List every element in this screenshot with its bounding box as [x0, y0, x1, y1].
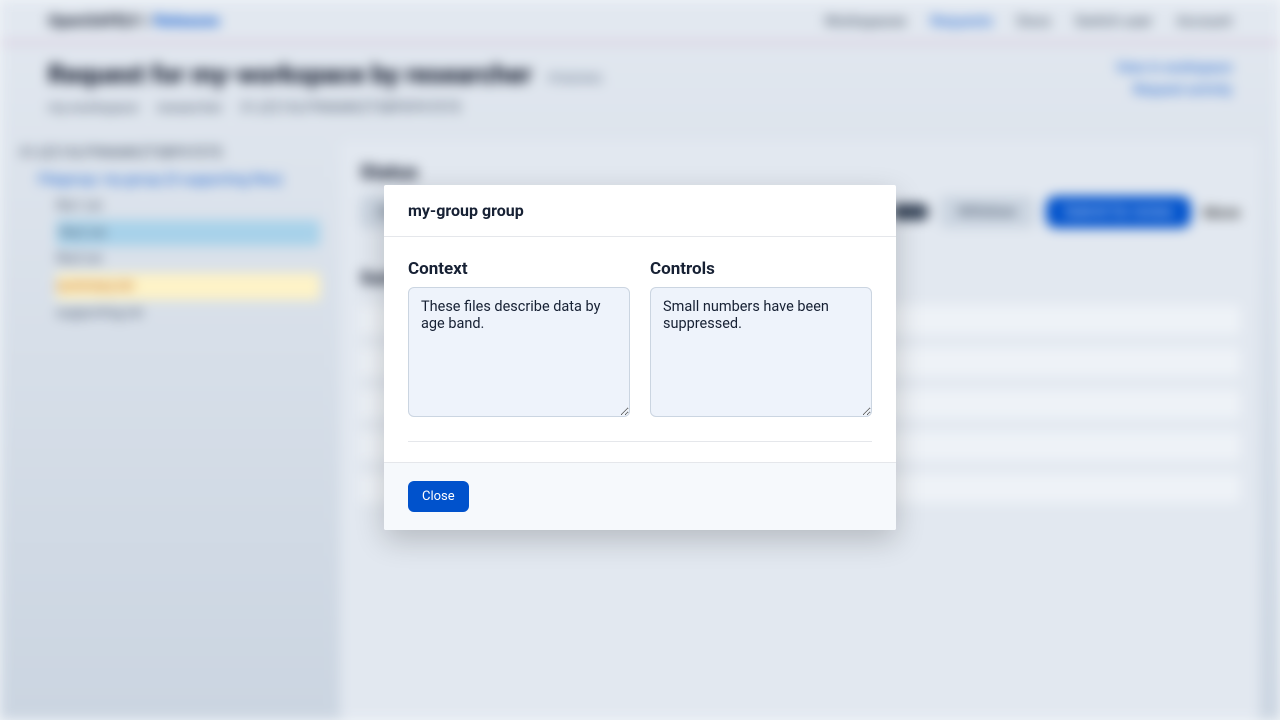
controls-label: Controls	[650, 259, 872, 279]
modal-title: my-group group	[384, 185, 896, 237]
context-label: Context	[408, 259, 630, 279]
modal-separator	[408, 441, 872, 442]
context-textarea[interactable]	[408, 287, 630, 417]
group-modal: my-group group Context Controls Close	[384, 185, 896, 530]
controls-textarea[interactable]	[650, 287, 872, 417]
modal-overlay: my-group group Context Controls Close	[0, 0, 1280, 720]
close-button[interactable]: Close	[408, 481, 469, 512]
